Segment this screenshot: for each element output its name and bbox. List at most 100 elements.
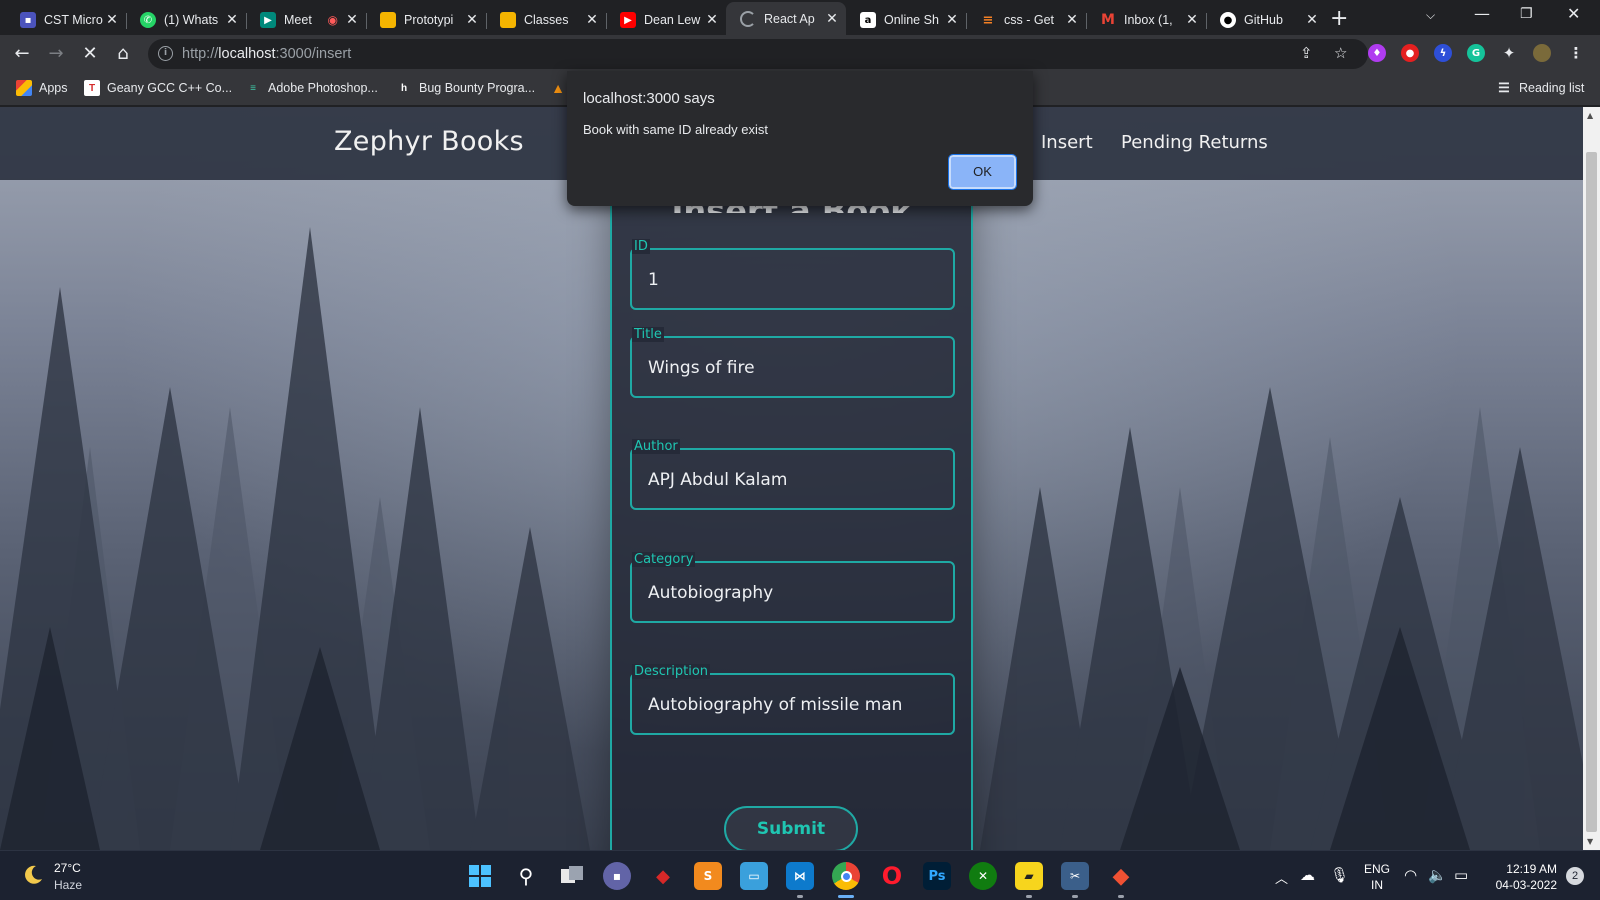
url-text[interactable]: http://localhost:3000/insert [182, 46, 351, 62]
minimize-icon[interactable]: — [1474, 4, 1490, 23]
gaming-app-icon[interactable]: ◆ [649, 862, 677, 890]
vscode-icon[interactable]: ⋈ [786, 862, 814, 890]
title-label: Title [632, 327, 664, 342]
language-indicator[interactable]: ENG IN [1364, 861, 1390, 893]
tab-react-app-active[interactable]: React Ap ✕ [726, 2, 846, 35]
submit-button[interactable]: Submit [724, 806, 858, 850]
scroll-down-icon[interactable]: ▼ [1587, 837, 1593, 846]
tab-title: Meet [284, 13, 312, 27]
extensions-puzzle-icon[interactable]: ✦ [1500, 44, 1518, 62]
snipping-tool-icon[interactable]: ✂ [1061, 862, 1089, 890]
system-clock[interactable]: 12:19 AM 04-03-2022 [1489, 861, 1557, 893]
close-tab-icon[interactable]: ✕ [464, 12, 480, 28]
category-value[interactable]: Autobiography [648, 583, 773, 603]
new-tab-button[interactable]: + [1330, 6, 1348, 31]
xbox-icon[interactable]: ✕ [969, 862, 997, 890]
notification-badge[interactable]: 2 [1566, 867, 1584, 885]
close-tab-icon[interactable]: ✕ [104, 12, 120, 28]
forward-arrow-icon[interactable]: → [44, 42, 68, 66]
close-tab-icon[interactable]: ✕ [224, 12, 240, 28]
scrollbar-thumb[interactable] [1586, 152, 1597, 832]
stop-loading-icon[interactable]: ✕ [78, 42, 102, 66]
scroll-up-icon[interactable]: ▲ [1587, 111, 1593, 120]
microphone-icon[interactable]: 🎙 [1330, 866, 1349, 884]
close-tab-icon[interactable]: ✕ [704, 12, 720, 28]
tab-search-chevron-icon[interactable]: ⌵ [1426, 8, 1435, 23]
address-bar[interactable]: i http://localhost:3000/insert ⇪ ☆ [148, 39, 1368, 69]
share-icon[interactable]: ⇪ [1300, 44, 1313, 62]
opera-icon[interactable]: O [878, 862, 906, 890]
weather-temperature[interactable]: 27°C [54, 861, 81, 875]
bookmark-geany[interactable]: T Geany GCC C++ Co... [84, 80, 232, 96]
weather-description[interactable]: Haze [54, 878, 82, 892]
tab-gmail[interactable]: M Inbox (1, ✕ [1086, 5, 1207, 35]
description-field[interactable]: Description Autobiography of missile man [630, 664, 955, 735]
amazon-icon: a [860, 12, 876, 28]
site-info-icon[interactable]: i [158, 46, 173, 61]
bookmark-star-icon[interactable]: ☆ [1334, 44, 1347, 62]
extension-adblock-icon[interactable]: ● [1401, 44, 1419, 62]
close-tab-icon[interactable]: ✕ [1304, 12, 1320, 28]
bookmark-bug-bounty[interactable]: h Bug Bounty Progra... [396, 80, 535, 96]
tab-classroom[interactable]: Classes ✕ [486, 5, 607, 35]
home-icon[interactable]: ⌂ [111, 42, 135, 66]
teams-chat-icon[interactable]: ▪ [603, 862, 631, 890]
github-icon: ● [1220, 12, 1236, 28]
nav-insert[interactable]: Insert [1041, 132, 1093, 153]
task-view-icon[interactable] [558, 862, 586, 890]
profile-avatar[interactable] [1533, 44, 1551, 62]
tab-github[interactable]: ● GitHub ✕ [1206, 5, 1326, 35]
tab-meet[interactable]: ▶ Meet ◉ ✕ [246, 5, 367, 35]
tab-whatsapp[interactable]: ✆ (1) Whats ✕ [126, 5, 247, 35]
close-tab-icon[interactable]: ✕ [944, 12, 960, 28]
tray-overflow-chevron-icon[interactable]: ︿ [1275, 868, 1288, 887]
close-tab-icon[interactable]: ✕ [1184, 12, 1200, 28]
title-value[interactable]: Wings of fire [648, 358, 755, 378]
close-tab-icon[interactable]: ✕ [1064, 12, 1080, 28]
wifi-icon[interactable]: ◠ [1404, 866, 1417, 884]
close-tab-icon[interactable]: ✕ [584, 12, 600, 28]
id-field[interactable]: ID 1 [630, 239, 955, 310]
chrome-icon[interactable] [832, 862, 860, 890]
grammarly-icon[interactable]: G [1467, 44, 1485, 62]
sublime-text-icon[interactable]: S [694, 862, 722, 890]
nav-pending-returns[interactable]: Pending Returns [1121, 132, 1268, 153]
search-icon[interactable]: ⚲ [512, 862, 540, 890]
tab-title: Classes [524, 13, 569, 27]
brand-logo[interactable]: Zephyr Books [334, 126, 524, 157]
id-value[interactable]: 1 [648, 270, 659, 290]
back-arrow-icon[interactable]: ← [10, 42, 34, 66]
extension-lightning-icon[interactable]: ϟ [1434, 44, 1452, 62]
windows-start-icon[interactable] [466, 862, 494, 890]
onedrive-cloud-icon[interactable]: ☁ [1300, 866, 1315, 884]
category-field[interactable]: Category Autobiography [630, 552, 955, 623]
reading-list-button[interactable]: ☰ Reading list [1496, 80, 1584, 96]
bookmark-apps[interactable]: Apps [16, 80, 68, 96]
remote-desktop-icon[interactable]: ▭ [740, 862, 768, 890]
description-value[interactable]: Autobiography of missile man [648, 695, 902, 715]
close-window-icon[interactable]: ✕ [1567, 4, 1580, 23]
dialog-ok-button[interactable]: OK [948, 154, 1017, 190]
restore-icon[interactable]: ❐ [1520, 6, 1533, 22]
photoshop-icon[interactable]: Ps [923, 862, 951, 890]
sticky-notes-icon[interactable]: ▰ [1015, 862, 1043, 890]
tab-slides[interactable]: Prototypi ✕ [366, 5, 487, 35]
git-icon[interactable]: ◆ [1107, 862, 1135, 890]
hackerone-icon: h [400, 82, 408, 94]
bookmark-photoshop[interactable]: ≡ Adobe Photoshop... [245, 80, 378, 96]
tab-stackoverflow[interactable]: ≡ css - Get ✕ [966, 5, 1087, 35]
tab-teams[interactable]: ▪ CST Micro ✕ [6, 5, 127, 35]
close-tab-icon[interactable]: ✕ [824, 11, 840, 27]
extension-drop-icon[interactable]: ♦ [1368, 44, 1386, 62]
author-value[interactable]: APJ Abdul Kalam [648, 470, 787, 490]
tab-amazon[interactable]: a Online Sh ✕ [846, 5, 967, 35]
moon-weather-icon[interactable] [22, 864, 44, 886]
volume-icon[interactable]: 🔈 [1428, 866, 1447, 884]
tab-youtube[interactable]: ▶ Dean Lew ✕ [606, 5, 726, 35]
page-scrollbar[interactable]: ▲ ▼ [1583, 107, 1600, 850]
author-field[interactable]: Author APJ Abdul Kalam [630, 439, 955, 510]
title-field[interactable]: Title Wings of fire [630, 327, 955, 398]
menu-kebab-icon[interactable]: ⋮ [1567, 44, 1585, 62]
battery-icon[interactable]: ▭ [1454, 866, 1468, 884]
close-tab-icon[interactable]: ✕ [344, 12, 360, 28]
